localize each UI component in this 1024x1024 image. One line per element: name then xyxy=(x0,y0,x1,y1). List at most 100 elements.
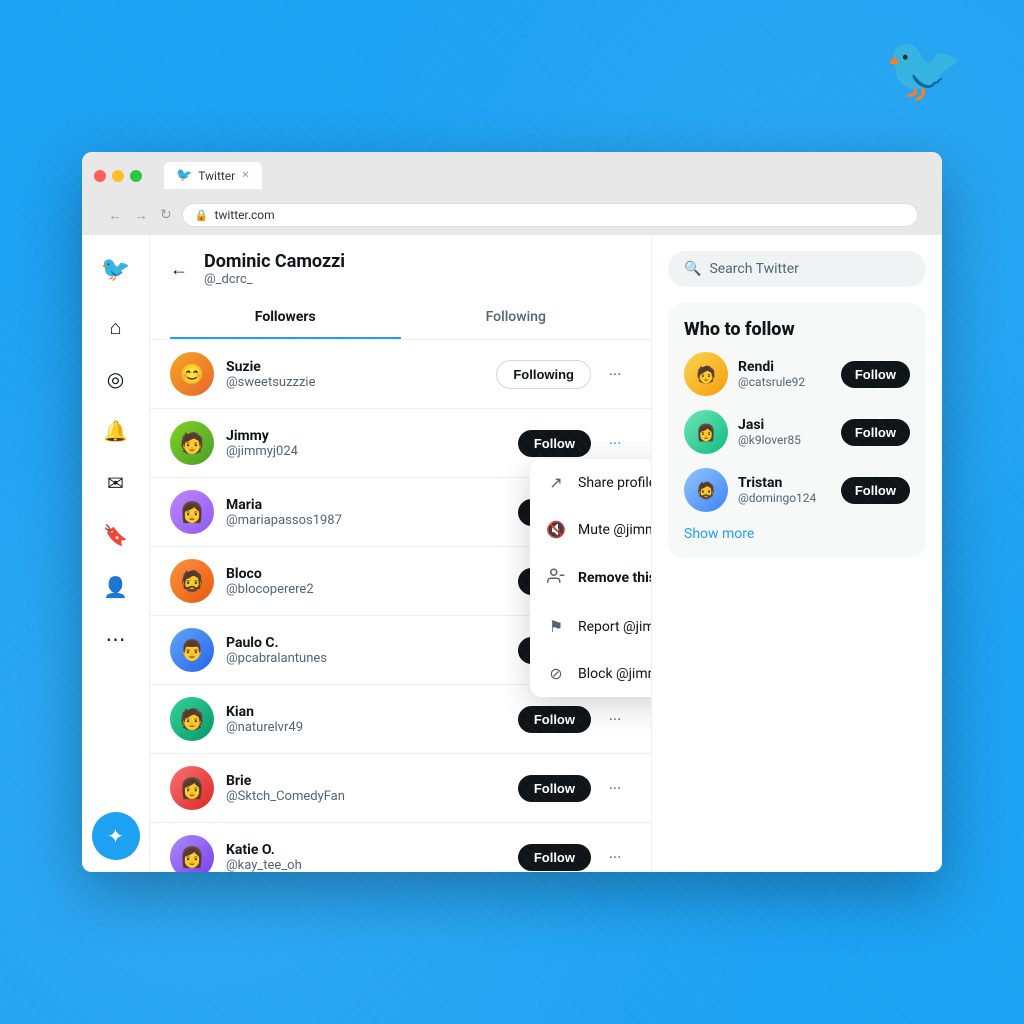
follower-handle-suzie: @sweetsuzzzie xyxy=(226,375,496,390)
more-options-katie[interactable]: ··· xyxy=(599,841,631,872)
follower-name-paulo: Paulo C. xyxy=(226,635,518,651)
sidebar-item-home[interactable]: ⌂ xyxy=(92,303,140,351)
dropdown-share-label: Share profile via... xyxy=(578,475,652,491)
mute-icon: 🔇 xyxy=(546,520,566,539)
dropdown-remove-label: Remove this follower xyxy=(578,570,652,586)
browser-tab[interactable]: 🐦 Twitter ✕ xyxy=(164,162,262,189)
follower-name-bloco: Bloco xyxy=(226,566,518,582)
refresh-nav-button[interactable]: ↻ xyxy=(158,205,174,225)
search-placeholder: Search Twitter xyxy=(709,261,798,277)
wtf-follow-button-tristan[interactable]: Follow xyxy=(841,477,910,504)
follow-button-katie[interactable]: Follow xyxy=(518,844,591,871)
avatar-kian: 🧑 xyxy=(170,697,214,741)
dropdown-share[interactable]: ↗ Share profile via... xyxy=(530,459,652,506)
follower-info-bloco: Bloco @blocoperere2 xyxy=(226,566,518,597)
show-more-link[interactable]: Show more xyxy=(684,526,910,542)
minimize-traffic-light[interactable] xyxy=(112,170,124,182)
tab-following[interactable]: Following xyxy=(401,295,632,339)
wtf-item-tristan: 🧔 Tristan @domingo124 Follow xyxy=(684,468,910,512)
sidebar-item-notifications[interactable]: 🔔 xyxy=(92,407,140,455)
maximize-traffic-light[interactable] xyxy=(130,170,142,182)
close-traffic-light[interactable] xyxy=(94,170,106,182)
profile-username: @_dcrc_ xyxy=(204,272,345,287)
follower-handle-maria: @mariapassos1987 xyxy=(226,513,518,528)
who-to-follow-section: Who to follow 🧑 Rendi @catsrule92 Follow xyxy=(668,303,926,558)
follow-button-jimmy[interactable]: Follow xyxy=(518,430,591,457)
dropdown-report[interactable]: ⚑ Report @jimmyj024 xyxy=(530,603,652,650)
search-icon: 🔍 xyxy=(684,261,701,277)
forward-nav-button[interactable]: → xyxy=(132,205,150,226)
tab-followers[interactable]: Followers xyxy=(170,295,401,339)
follower-handle-jimmy: @jimmyj024 xyxy=(226,444,518,459)
browser-content: 🐦 ⌂ ◎ 🔔 ✉ 🔖 👤 ⋯ ✦ xyxy=(82,235,942,872)
dropdown-mute-label: Mute @jimmyj024 xyxy=(578,522,652,538)
dropdown-block[interactable]: ⊘ Block @jimmyj024 xyxy=(530,650,652,697)
sidebar-twitter-logo[interactable]: 🐦 xyxy=(93,247,139,291)
dropdown-remove-follower[interactable]: Remove this follower ▸ xyxy=(530,553,652,603)
follower-handle-paulo: @pcabralantunes xyxy=(226,651,518,666)
wtf-handle-rendi: @catsrule92 xyxy=(738,375,831,389)
tab-twitter-icon: 🐦 xyxy=(176,168,192,183)
follower-item-suzie: 😊 Suzie @sweetsuzzzie Following ··· xyxy=(150,340,651,409)
more-options-brie[interactable]: ··· xyxy=(599,772,631,804)
following-button-suzie[interactable]: Following xyxy=(496,360,591,389)
browser-controls: 🐦 Twitter ✕ xyxy=(94,162,930,189)
follow-button-kian[interactable]: Follow xyxy=(518,706,591,733)
report-icon: ⚑ xyxy=(546,617,566,636)
sidebar-item-profile[interactable]: 👤 xyxy=(92,563,140,611)
follow-button-brie[interactable]: Follow xyxy=(518,775,591,802)
back-nav-button[interactable]: ← xyxy=(106,205,124,226)
wtf-name-tristan: Tristan xyxy=(738,475,831,491)
follower-handle-bloco: @blocoperere2 xyxy=(226,582,518,597)
follower-info-katie: Katie O. @kay_tee_oh xyxy=(226,842,518,873)
bookmark-icon: 🔖 xyxy=(103,523,128,547)
wtf-name-rendi: Rendi xyxy=(738,359,831,375)
wtf-info-tristan: Tristan @domingo124 xyxy=(738,475,831,505)
profile-name-block: Dominic Camozzi @_dcrc_ xyxy=(204,251,345,287)
follower-name-jimmy: Jimmy xyxy=(226,428,518,444)
browser-address-bar: ← → ↻ 🔒 twitter.com xyxy=(94,197,930,235)
share-icon: ↗ xyxy=(546,473,566,492)
compose-tweet-button[interactable]: ✦ xyxy=(92,812,140,860)
sidebar-item-bookmarks[interactable]: 🔖 xyxy=(92,511,140,559)
sidebar-item-messages[interactable]: ✉ xyxy=(92,459,140,507)
twitter-sidebar: 🐦 ⌂ ◎ 🔔 ✉ 🔖 👤 ⋯ ✦ xyxy=(82,235,150,872)
more-options-jimmy[interactable]: ··· xyxy=(599,427,631,459)
follower-info-kian: Kian @naturelvr49 xyxy=(226,704,518,735)
avatar-paulo: 👨 xyxy=(170,628,214,672)
follower-name-suzie: Suzie xyxy=(226,359,496,375)
avatar-suzie: 😊 xyxy=(170,352,214,396)
ellipsis-icon: ⋯ xyxy=(106,627,126,651)
wtf-handle-jasi: @k9lover85 xyxy=(738,433,831,447)
dropdown-menu: ↗ Share profile via... 🔇 Mute @jimmyj024 xyxy=(530,459,652,697)
follower-handle-katie: @kay_tee_oh xyxy=(226,858,518,873)
wtf-item-rendi: 🧑 Rendi @catsrule92 Follow xyxy=(684,352,910,396)
sidebar-item-explore[interactable]: ◎ xyxy=(92,355,140,403)
block-icon: ⊘ xyxy=(546,664,566,683)
avatar-brie: 👩 xyxy=(170,766,214,810)
envelope-icon: ✉ xyxy=(107,471,124,495)
wtf-handle-tristan: @domingo124 xyxy=(738,491,831,505)
follower-name-kian: Kian xyxy=(226,704,518,720)
back-button[interactable]: ← xyxy=(170,259,188,280)
tab-close-button[interactable]: ✕ xyxy=(241,170,249,181)
wtf-follow-button-rendi[interactable]: Follow xyxy=(841,361,910,388)
remove-follower-icon xyxy=(546,567,566,589)
avatar-katie: 👩 xyxy=(170,835,214,872)
more-options-suzie[interactable]: ··· xyxy=(599,358,631,390)
sidebar-item-more[interactable]: ⋯ xyxy=(92,615,140,663)
follower-handle-brie: @Sktch_ComedyFan xyxy=(226,789,518,804)
dropdown-mute[interactable]: 🔇 Mute @jimmyj024 xyxy=(530,506,652,553)
address-input[interactable]: 🔒 twitter.com xyxy=(182,203,918,227)
wtf-follow-button-jasi[interactable]: Follow xyxy=(841,419,910,446)
follower-list: 😊 Suzie @sweetsuzzzie Following ··· 🧑 xyxy=(150,340,651,872)
browser-window: 🐦 Twitter ✕ ← → ↻ 🔒 twitter.com 🐦 ⌂ ◎ xyxy=(82,152,942,872)
explore-icon: ◎ xyxy=(107,367,124,391)
profile-display-name: Dominic Camozzi xyxy=(204,251,345,272)
follower-info-jimmy: Jimmy @jimmyj024 xyxy=(226,428,518,459)
search-bar[interactable]: 🔍 Search Twitter xyxy=(668,251,926,287)
more-options-kian[interactable]: ··· xyxy=(599,703,631,735)
follower-name-brie: Brie xyxy=(226,773,518,789)
dropdown-report-label: Report @jimmyj024 xyxy=(578,619,652,635)
follower-info-paulo: Paulo C. @pcabralantunes xyxy=(226,635,518,666)
